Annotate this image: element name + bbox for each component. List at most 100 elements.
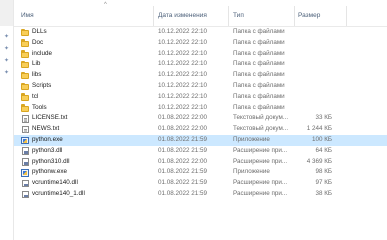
file-size: 100 КБ <box>311 135 332 143</box>
folder-icon <box>21 60 29 69</box>
file-name: LICENSE.txt <box>32 114 68 122</box>
file-row[interactable]: vcruntime140_1.dll 01.08.2022 21:59 Расшир… <box>14 189 387 200</box>
file-date-modified: 01.08.2022 21:59 <box>158 146 208 154</box>
file-date-modified: 01.08.2022 21:59 <box>158 179 208 187</box>
file-type: Расширение при... <box>233 146 288 154</box>
column-header-type[interactable]: Тип <box>233 12 244 19</box>
file-size: 38 КБ <box>315 189 332 197</box>
pin-icon[interactable]: ✦ <box>4 70 9 76</box>
text-document-icon <box>22 114 29 123</box>
file-name: python3.dll <box>32 146 63 154</box>
file-name: vcruntime140_1.dll <box>32 189 85 197</box>
file-type: Расширение при... <box>233 189 288 197</box>
file-type: Приложение <box>233 168 270 176</box>
file-name: python310.dll <box>32 157 70 165</box>
file-type: Папка с файлами <box>233 28 285 35</box>
dll-icon <box>22 158 29 166</box>
file-date-modified: 10.12.2022 22:10 <box>158 81 208 89</box>
file-date-modified: 10.12.2022 22:10 <box>158 92 208 100</box>
file-row[interactable]: include 10.12.2022 22:10 Папка с файлами <box>14 49 387 60</box>
file-type: Текстовый докум... <box>233 125 289 133</box>
file-type: Расширение при... <box>233 157 288 165</box>
file-size: 97 КБ <box>315 179 332 187</box>
folder-icon <box>21 28 29 37</box>
file-row[interactable]: python310.dll 01.08.2022 22:00 Расширение … <box>14 157 387 168</box>
file-type: Расширение при... <box>233 179 288 187</box>
dll-icon <box>22 179 29 188</box>
file-date-modified: 10.12.2022 22:10 <box>158 71 208 79</box>
file-name: pythonw.exe <box>32 168 68 176</box>
file-type: Папка с файлами <box>233 60 285 68</box>
file-type: Папка с файлами <box>233 49 285 57</box>
file-type: Текстовый докум... <box>233 114 289 122</box>
file-name: include <box>32 49 52 57</box>
file-row[interactable]: Scripts 10.12.2022 22:10 Папка с файлами <box>14 81 387 92</box>
file-row[interactable]: Lib 10.12.2022 22:10 Папка с файлами <box>14 59 387 70</box>
file-type: Папка с файлами <box>233 92 285 100</box>
file-size: 1 244 КБ <box>306 125 332 133</box>
file-name: Lib <box>32 60 41 68</box>
pin-icon[interactable]: ✦ <box>4 58 9 64</box>
file-size: 98 КБ <box>315 168 332 176</box>
file-row[interactable]: NEWS.txt 01.08.2022 22:00 Текстовый докум.… <box>14 124 387 135</box>
file-name: libs <box>32 71 42 79</box>
folder-icon <box>21 50 29 58</box>
file-row[interactable]: python3.dll 01.08.2022 21:59 Расширение пр… <box>14 146 387 157</box>
file-name: vcruntime140.dll <box>32 179 78 187</box>
file-row[interactable]: LICENSE.txt 01.08.2022 22:00 Текстовый док… <box>14 113 387 124</box>
file-row[interactable]: python.exe 01.08.2022 21:59 Приложение 100 … <box>14 134 387 146</box>
pin-icon[interactable]: ✦ <box>4 34 9 40</box>
file-date-modified: 01.08.2022 22:00 <box>158 157 208 165</box>
file-name: python.exe <box>32 135 63 143</box>
file-type: Папка с файлами <box>233 103 285 111</box>
file-name: NEWS.txt <box>32 125 60 133</box>
file-row[interactable]: DLLs 10.12.2022 22:10 Папка с файлами <box>14 27 387 38</box>
file-date-modified: 10.12.2022 22:10 <box>158 28 208 35</box>
file-name: Doc <box>32 38 44 46</box>
dll-icon <box>22 190 29 199</box>
navigation-pane-header <box>0 0 13 26</box>
file-date-modified: 01.08.2022 21:59 <box>158 189 208 197</box>
file-size: 33 КБ <box>315 114 332 122</box>
file-size: 64 КБ <box>315 146 332 154</box>
sort-chevron-up-icon: ^ <box>104 2 107 8</box>
file-type: Приложение <box>233 135 270 143</box>
text-document-icon <box>22 125 29 134</box>
folder-icon <box>21 71 29 80</box>
column-resizer[interactable] <box>153 6 154 26</box>
file-type: Папка с файлами <box>233 81 285 89</box>
pin-icon[interactable]: ✦ <box>4 46 9 52</box>
folder-icon <box>21 93 29 101</box>
python-exe-icon <box>21 136 29 145</box>
column-header-bar: ^ Имя Дата изменения Тип Размер <box>14 0 387 26</box>
file-date-modified: 01.08.2022 22:00 <box>158 114 208 122</box>
folder-icon <box>21 39 29 47</box>
column-header-name[interactable]: Имя <box>21 12 34 19</box>
file-row[interactable]: Tools 10.12.2022 22:10 Папка с файлами <box>14 103 387 114</box>
file-name: DLLs <box>32 28 47 35</box>
file-list: DLLs 10.12.2022 22:10 Папка с файлами Doc 10… <box>14 27 387 200</box>
file-name: Scripts <box>32 81 52 89</box>
file-row[interactable]: Doc 10.12.2022 22:10 Папка с файлами <box>14 38 387 49</box>
file-date-modified: 01.08.2022 21:59 <box>158 135 208 143</box>
file-date-modified: 01.08.2022 22:00 <box>158 125 208 133</box>
file-date-modified: 10.12.2022 22:10 <box>158 49 208 57</box>
file-date-modified: 10.12.2022 22:10 <box>158 38 208 46</box>
dll-icon <box>22 147 29 155</box>
column-resizer[interactable] <box>228 6 229 26</box>
file-row[interactable]: vcruntime140.dll 01.08.2022 21:59 Расширен… <box>14 178 387 189</box>
column-resizer[interactable] <box>294 6 295 26</box>
column-header-date[interactable]: Дата изменения <box>158 12 207 19</box>
file-name: Tools <box>32 103 47 111</box>
column-header-size[interactable]: Размер <box>298 12 320 19</box>
file-row[interactable]: tcl 10.12.2022 22:10 Папка с файлами <box>14 92 387 103</box>
navigation-pane[interactable]: ✦ ✦ ✦ ✦ <box>0 0 13 240</box>
file-row[interactable]: pythonw.exe 01.08.2022 21:59 Приложение 98 … <box>14 167 387 178</box>
file-name: tcl <box>32 92 39 100</box>
file-row[interactable]: libs 10.12.2022 22:10 Папка с файлами <box>14 70 387 81</box>
column-resizer[interactable] <box>346 6 347 26</box>
file-type: Папка с файлами <box>233 71 285 79</box>
file-size: 4 369 КБ <box>306 157 332 165</box>
file-date-modified: 01.08.2022 21:59 <box>158 168 208 176</box>
file-date-modified: 10.12.2022 22:10 <box>158 103 208 111</box>
